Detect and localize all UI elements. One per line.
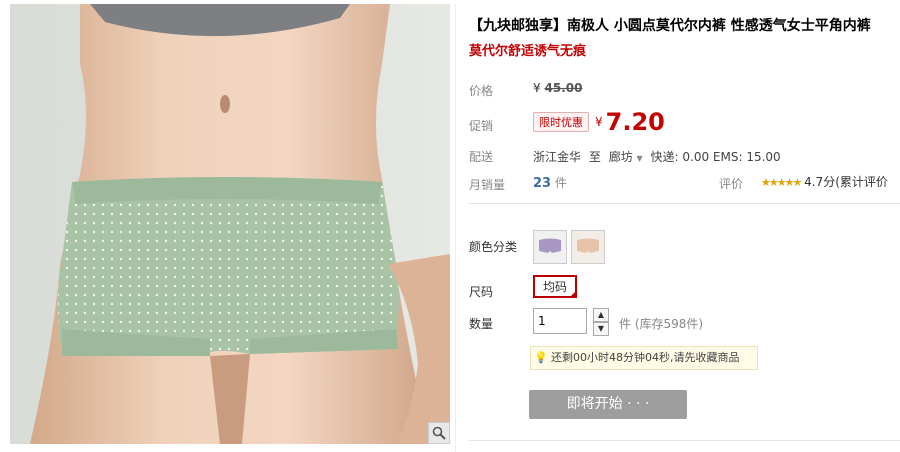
color-swatch-purple[interactable] xyxy=(533,230,567,264)
promo-price: 限时优惠 ¥7.20 xyxy=(533,108,665,136)
sales-count: 23 xyxy=(533,176,552,191)
original-price: ¥ 45.00 xyxy=(533,81,582,95)
color-swatch-beige[interactable] xyxy=(571,230,605,264)
selected-check-icon xyxy=(569,290,578,298)
rating[interactable]: ★★★★★ 4.7分(累计评价 xyxy=(761,173,888,190)
rating-text: 4.7分(累计评价 xyxy=(804,175,888,189)
color-label: 颜色分类 xyxy=(469,240,518,254)
promo-currency: ¥ xyxy=(595,115,603,129)
sales-unit: 件 xyxy=(554,176,567,190)
original-price-value: 45.00 xyxy=(544,81,583,95)
lightbulb-icon: 💡 xyxy=(534,351,548,364)
coming-soon-button[interactable]: 即将开始 · · · xyxy=(529,390,687,419)
stock-info: 件 (库存598件) xyxy=(619,317,704,331)
quantity-input[interactable] xyxy=(533,308,587,334)
product-image[interactable] xyxy=(10,4,450,444)
product-subtitle: 莫代尔舒适诱气无痕 xyxy=(469,44,587,59)
product-info-panel: 【九块邮独享】南极人 小圆点莫代尔内裤 性感透气女士平角内裤 莫代尔舒适诱气无痕… xyxy=(469,0,900,452)
promo-label: 促销 xyxy=(469,119,494,133)
countdown-tip: 💡 还剩00小时48分钟04秒,请先收藏商品 xyxy=(530,346,758,370)
sales-label: 月销量 xyxy=(469,178,506,192)
decrement-icon[interactable]: ▼ xyxy=(593,322,609,336)
bottom-divider xyxy=(469,440,900,441)
monthly-sales: 23 件 xyxy=(533,174,567,191)
increment-icon[interactable]: ▲ xyxy=(593,308,609,322)
size-label: 尺码 xyxy=(469,285,494,299)
shipping-to-word: 至 xyxy=(588,150,601,164)
star-rating-icon: ★★★★★ xyxy=(761,176,802,189)
size-option-selected[interactable]: 均码 xyxy=(533,275,578,298)
shipping-fee: 快递: 0.00 EMS: 15.00 xyxy=(650,150,781,164)
zoom-icon[interactable] xyxy=(428,422,450,444)
shipping-destination-select[interactable]: 廊坊 xyxy=(609,150,633,164)
shipping-from: 浙江金华 xyxy=(533,150,582,164)
shipping-info: 浙江金华 至 廊坊 ▼ 快递: 0.00 EMS: 15.00 xyxy=(533,148,781,165)
chevron-down-icon[interactable]: ▼ xyxy=(637,154,643,163)
quantity-label: 数量 xyxy=(469,317,494,331)
section-divider xyxy=(469,203,900,204)
size-option-label: 均码 xyxy=(543,280,568,294)
price-label: 价格 xyxy=(469,84,494,98)
rating-label: 评价 xyxy=(719,177,744,191)
divider xyxy=(455,4,456,452)
shipping-label: 配送 xyxy=(469,150,494,164)
product-photo-illustration xyxy=(10,4,450,444)
countdown-text: 还剩00小时48分钟04秒,请先收藏商品 xyxy=(551,351,740,364)
promo-badge: 限时优惠 xyxy=(533,112,589,132)
product-title: 【九块邮独享】南极人 小圆点莫代尔内裤 性感透气女士平角内裤 xyxy=(469,18,871,34)
currency-symbol: ¥ xyxy=(533,81,541,95)
promo-price-value: 7.20 xyxy=(605,108,665,136)
